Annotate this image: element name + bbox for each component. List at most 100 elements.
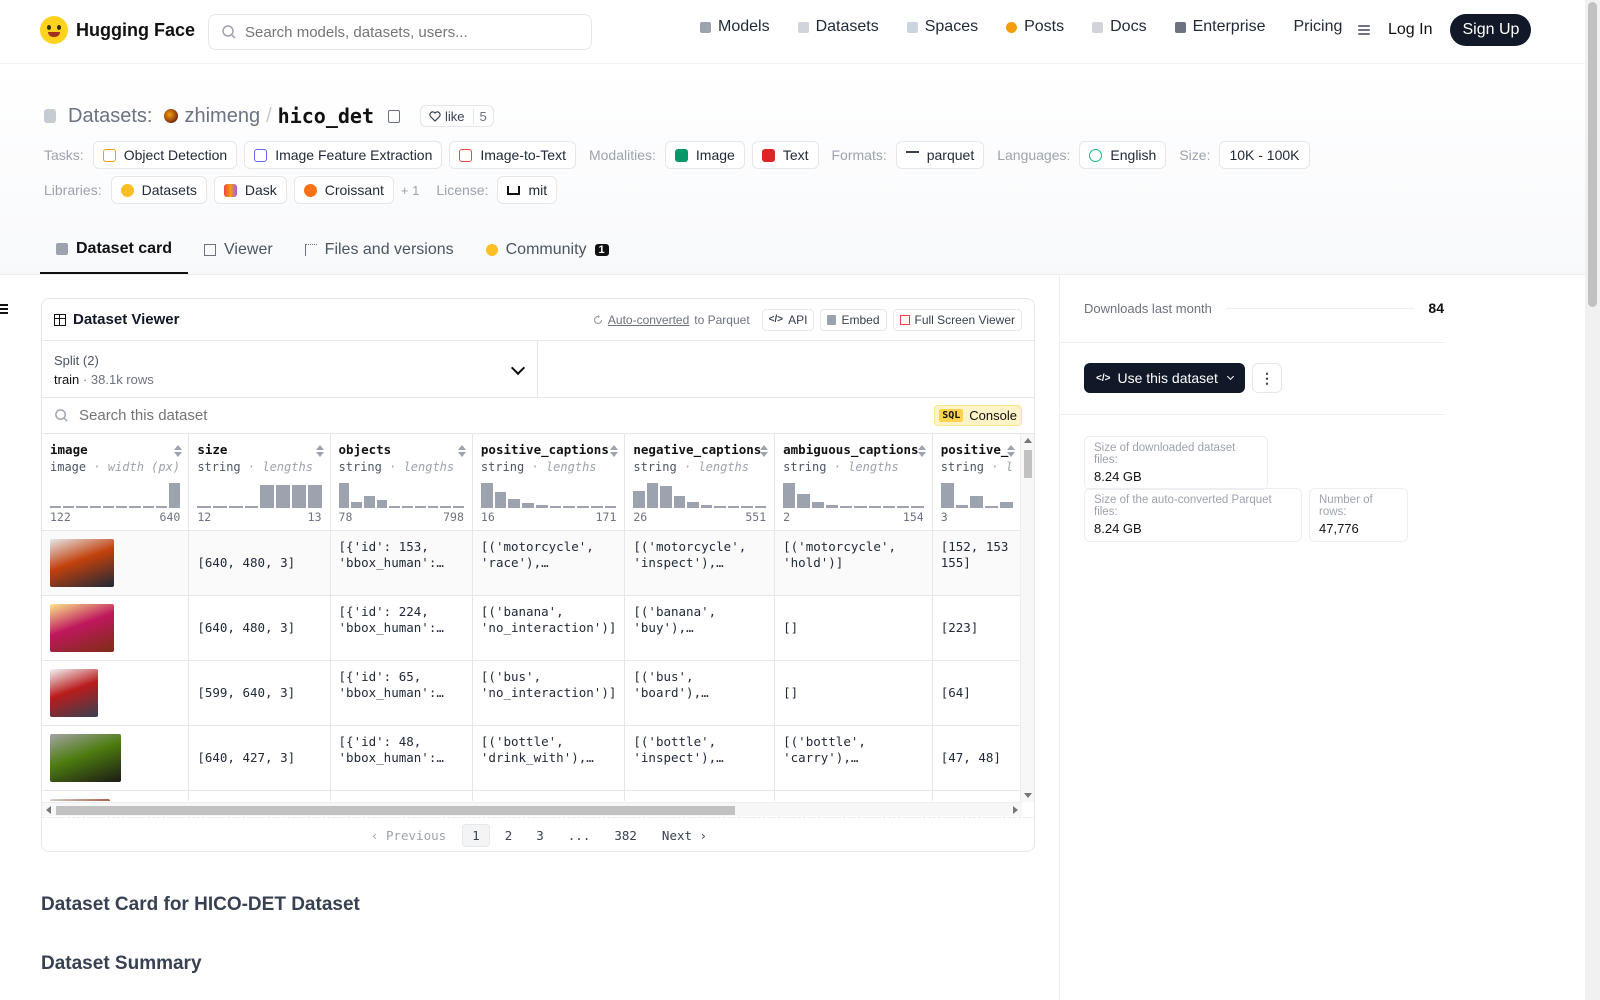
tab-viewer[interactable]: Viewer — [188, 226, 289, 274]
scroll-left-icon[interactable] — [46, 806, 51, 814]
histogram-bar[interactable] — [911, 506, 924, 508]
library-tag-dask[interactable]: Dask — [213, 176, 287, 204]
histogram-bar[interactable] — [50, 506, 62, 508]
histogram-bar[interactable] — [427, 506, 439, 508]
histogram-bar[interactable] — [440, 506, 452, 508]
image-cell[interactable] — [42, 725, 190, 791]
modality-tag-text[interactable]: Text — [751, 141, 819, 169]
histogram-bar[interactable] — [868, 506, 881, 508]
histogram-bar[interactable] — [633, 491, 645, 508]
histogram-bar[interactable] — [76, 506, 88, 508]
histogram-bar[interactable] — [244, 506, 259, 508]
column-header-positive_captions[interactable]: positive_captions string · lengths 16 171 — [472, 434, 626, 531]
histogram-bar[interactable] — [197, 506, 212, 508]
histogram-bar[interactable] — [155, 506, 168, 508]
api-button[interactable]: </> API — [761, 308, 815, 331]
size-tag[interactable]: 10K - 100K — [1219, 141, 1310, 169]
table-cell[interactable]: [64] — [932, 660, 1022, 726]
histogram-bar[interactable] — [727, 506, 740, 508]
histogram-bar[interactable] — [480, 483, 493, 508]
histogram-bar[interactable] — [549, 506, 562, 508]
column-header-positive_[interactable]: positive_ string · l 3 — [932, 434, 1022, 531]
nav-link-pricing[interactable]: Pricing — [1293, 18, 1342, 36]
scroll-thumb[interactable] — [1588, 2, 1597, 307]
library-tag-datasets[interactable]: Datasets — [110, 176, 207, 204]
histogram-bar[interactable] — [687, 501, 699, 508]
copy-icon[interactable] — [387, 109, 400, 123]
histogram-bar[interactable] — [63, 506, 75, 508]
scroll-thumb[interactable] — [1024, 450, 1032, 478]
table-cell[interactable]: [('motorcycle', 'hold')] — [774, 530, 933, 596]
histogram-bar[interactable] — [228, 506, 243, 508]
histogram-bar[interactable] — [783, 483, 796, 508]
table-cell[interactable]: [] — [774, 660, 933, 726]
page-button[interactable]: 382 — [605, 825, 646, 846]
image-thumbnail[interactable] — [50, 798, 110, 801]
histogram-bar[interactable] — [660, 485, 672, 508]
table-cell[interactable]: [('bottle', 'drink_with'),… — [472, 725, 626, 791]
task-tag-object-detection[interactable]: Object Detection — [92, 141, 238, 169]
home-logo-link[interactable]: Hugging Face — [40, 16, 195, 44]
histogram-bar[interactable] — [213, 506, 227, 508]
table-cell[interactable] — [188, 790, 331, 801]
table-cell[interactable]: [640, 427, 3] — [188, 725, 331, 791]
histogram-bar[interactable] — [389, 506, 401, 508]
histogram-bar[interactable] — [453, 506, 464, 508]
nav-link-datasets[interactable]: Datasets — [797, 18, 879, 36]
table-row[interactable]: [640, 480, 3] [{'id': 153, 'bbox_human':…… — [42, 530, 1022, 596]
image-thumbnail[interactable] — [50, 733, 121, 782]
table-cell[interactable] — [932, 790, 1022, 801]
scroll-up-icon[interactable] — [1024, 438, 1032, 443]
histogram-bar[interactable] — [522, 502, 534, 508]
table-row[interactable] — [42, 790, 1022, 801]
signup-button[interactable]: Sign Up — [1450, 14, 1532, 46]
histogram-bar[interactable] — [741, 506, 753, 508]
auto-converted-link[interactable]: Auto-converted — [608, 313, 689, 327]
histogram-bar[interactable] — [563, 506, 576, 508]
table-vertical-scrollbar[interactable] — [1020, 434, 1034, 802]
histogram-bar[interactable] — [129, 506, 141, 508]
table-cell[interactable]: [152, 153 155] — [932, 530, 1022, 596]
table-row[interactable]: [599, 640, 3] [{'id': 65, 'bbox_human':… [… — [42, 660, 1022, 726]
table-cell[interactable]: [('bottle', 'carry'), ('bottle'… — [774, 725, 933, 791]
table-cell[interactable]: [640, 480, 3] — [188, 530, 331, 596]
column-header-size[interactable]: size string · lengths 12 13 — [188, 434, 331, 531]
histogram-bar[interactable] — [754, 506, 767, 508]
table-cell[interactable]: [('motorcycle', 'race'),… — [472, 530, 626, 596]
histogram-bar[interactable] — [673, 496, 686, 508]
dataset-name[interactable]: hico_det — [278, 104, 374, 128]
table-cell[interactable]: [('banana', 'no_interaction')] — [472, 595, 626, 661]
table-cell[interactable]: [] — [774, 595, 933, 661]
sort-icon[interactable] — [457, 445, 466, 457]
previous-page-button[interactable]: ‹ Previous — [371, 828, 446, 843]
table-cell[interactable]: [('bus', 'board'), ('bus', 'direct'),… — [624, 660, 776, 726]
modality-tag-image[interactable]: Image — [664, 141, 745, 169]
login-link[interactable]: Log In — [1388, 21, 1432, 39]
table-cell[interactable]: [{'id': 65, 'bbox_human':… — [330, 660, 473, 726]
histogram-bar[interactable] — [797, 493, 810, 508]
table-cell[interactable]: [599, 640, 3] — [188, 660, 331, 726]
sort-icon[interactable] — [1007, 445, 1015, 457]
histogram-bar[interactable] — [811, 501, 824, 508]
sort-icon[interactable] — [760, 445, 769, 457]
scroll-down-icon[interactable] — [1024, 793, 1032, 798]
table-cell[interactable]: [('motorcycle', 'inspect'),… — [624, 530, 776, 596]
column-header-objects[interactable]: objects string · lengths 78 798 — [330, 434, 473, 531]
full-screen-viewer-button[interactable]: Full Screen Viewer — [892, 308, 1022, 331]
page-button[interactable]: 2 — [496, 825, 522, 846]
table-cell[interactable]: [640, 480, 3] — [188, 595, 331, 661]
histogram-bar[interactable] — [590, 506, 603, 508]
image-cell[interactable] — [42, 595, 190, 661]
library-tag-croissant[interactable]: Croissant — [293, 176, 394, 204]
table-cell[interactable]: [('banana', 'buy'), ('banana',… — [624, 595, 776, 661]
tab-files-and-versions[interactable]: Files and versions — [289, 226, 470, 274]
histogram-bar[interactable] — [700, 504, 713, 508]
table-cell[interactable]: [{'id': 48, 'bbox_human':… — [330, 725, 473, 791]
image-thumbnail[interactable] — [50, 538, 114, 587]
histogram-bar[interactable] — [402, 506, 413, 508]
scroll-thumb[interactable] — [56, 806, 735, 815]
image-thumbnail[interactable] — [50, 668, 98, 717]
histogram-bar[interactable] — [292, 484, 306, 508]
tab-dataset-card[interactable]: Dataset card — [40, 226, 189, 274]
histogram-bar[interactable] — [276, 484, 290, 508]
